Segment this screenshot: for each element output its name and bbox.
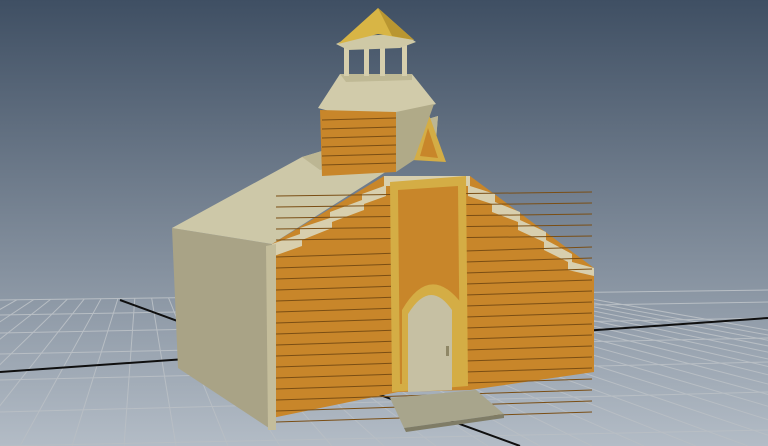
door-panel[interactable] [408,294,452,392]
3d-viewport[interactable] [0,0,768,446]
scene-render[interactable] [0,0,768,446]
door-handle[interactable] [446,346,449,356]
lantern-post-4 [402,44,407,76]
lantern-post-2 [364,46,369,76]
lantern-post-3 [380,46,385,76]
lantern-post-1 [344,46,349,76]
